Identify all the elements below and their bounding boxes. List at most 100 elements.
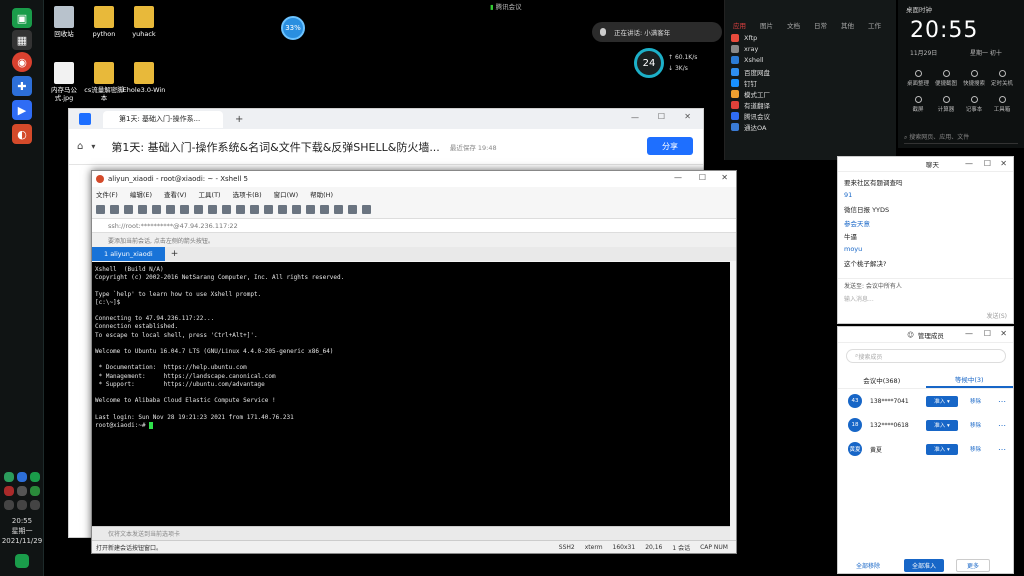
tray-icon[interactable]	[30, 486, 40, 496]
meeting-indicator[interactable]: ▮ 腾讯会议	[490, 1, 522, 11]
drawer-app-item[interactable]: 钉钉	[731, 78, 757, 88]
send-to-selector[interactable]: 发送至: 会议中所有人	[844, 281, 902, 290]
more-options-icon[interactable]: ⋯	[998, 421, 1006, 430]
drawer-tab[interactable]: 图片	[760, 20, 773, 30]
shortcut-item[interactable]: 工具箱	[988, 96, 1016, 113]
fullscreen-icon[interactable]	[292, 205, 301, 214]
tab-waiting[interactable]: 等候中(3)	[925, 371, 1013, 388]
disconnect-icon[interactable]	[138, 205, 147, 214]
taskbar-clock[interactable]: 20:55 星期一 2021/11/29	[0, 516, 44, 546]
globe-icon[interactable]	[236, 205, 245, 214]
drawer-app-item[interactable]: Xftp	[731, 34, 757, 42]
drawer-app-item[interactable]: 模式工厂	[731, 89, 770, 99]
close-button[interactable]: ✕	[1000, 159, 1007, 168]
drawer-tab[interactable]: 日常	[814, 20, 827, 30]
send-button[interactable]: 发送(S)	[987, 311, 1008, 320]
find-icon[interactable]	[194, 205, 203, 214]
address-bar[interactable]: ssh://root:**********@47.94.236.117:22	[92, 219, 736, 233]
browser-tab[interactable]: 第1天: 基础入门-操作系...	[103, 110, 223, 128]
tray-icon[interactable]	[4, 472, 14, 482]
remove-button[interactable]: 移除	[970, 445, 981, 453]
maximize-button[interactable]: ☐	[699, 173, 706, 182]
menu-edit[interactable]: 编辑(E)	[130, 189, 152, 199]
drawer-app-item[interactable]: 通达OA	[731, 122, 766, 132]
chat-input[interactable]: 输入消息...	[844, 294, 874, 303]
admit-button[interactable]: 准入 ▾	[926, 395, 958, 407]
drawer-app-item[interactable]: 腾讯会议	[731, 111, 770, 121]
paste-icon[interactable]	[180, 205, 189, 214]
print-icon[interactable]	[208, 205, 217, 214]
shortcut-item[interactable]: 截屏	[904, 96, 932, 113]
more-options-icon[interactable]: ⋯	[998, 397, 1006, 406]
search-field[interactable]: ⌕ 搜索网页、应用、文件	[904, 132, 1018, 144]
share-button[interactable]: 分享	[647, 137, 693, 155]
open-icon[interactable]	[110, 205, 119, 214]
new-session-icon[interactable]	[96, 205, 105, 214]
drawer-tab[interactable]: 文档	[787, 20, 800, 30]
menu-tools[interactable]: 工具(T)	[199, 189, 221, 199]
shortcut-item[interactable]: 桌面整理	[904, 70, 932, 87]
chevron-down-icon[interactable]: ▾	[91, 142, 95, 151]
compose-bar[interactable]: 仅将文本发送到当前选项卡	[92, 526, 730, 540]
desktop-icon-ehole[interactable]: Ehole3.0-Win	[122, 62, 166, 94]
shortcut-item[interactable]: 计算器	[932, 96, 960, 113]
add-tab-button[interactable]: +	[171, 249, 179, 259]
keyboard-icon[interactable]	[320, 205, 329, 214]
minimize-button[interactable]: —	[674, 173, 682, 182]
admit-all-button[interactable]: 全部准入	[904, 559, 944, 572]
tray-icon[interactable]	[17, 472, 27, 482]
start-icon[interactable]: ▣	[12, 8, 32, 28]
more-options-icon[interactable]: ⋯	[998, 445, 1006, 454]
shortcut-item[interactable]: 快捷搜索	[960, 70, 988, 87]
reconnect-icon[interactable]	[152, 205, 161, 214]
close-button[interactable]: ✕	[684, 112, 691, 121]
desktop-icon-recycle-bin[interactable]: 回收站	[42, 6, 86, 38]
xftp-icon[interactable]	[264, 205, 273, 214]
maximize-button[interactable]: ☐	[658, 112, 665, 121]
app-icon[interactable]: ✚	[12, 76, 32, 96]
remove-button[interactable]: 移除	[970, 421, 981, 429]
desktop-icon-cs[interactable]: cs流量解密脚本	[82, 62, 126, 102]
perf-gauge[interactable]: 24	[634, 48, 664, 78]
shortcut-item[interactable]: 定时关机	[988, 70, 1016, 87]
floating-ball[interactable]: 33%	[281, 16, 305, 40]
drawer-app-item[interactable]: 百度网盘	[731, 67, 770, 77]
font-icon[interactable]	[250, 205, 259, 214]
close-button[interactable]: ✕	[721, 173, 728, 182]
remove-all-button[interactable]: 全部移除	[848, 559, 888, 572]
drawer-app-item[interactable]: 有道翻译	[731, 100, 770, 110]
home-icon[interactable]: ⌂	[77, 141, 83, 152]
chat-icon[interactable]	[362, 205, 371, 214]
tab-in-meeting[interactable]: 会议中(368)	[838, 371, 926, 388]
volume-icon[interactable]	[30, 500, 40, 510]
maximize-button[interactable]: ☐	[984, 329, 991, 338]
shortcut-item[interactable]: 记事本	[960, 96, 988, 113]
copy-icon[interactable]	[166, 205, 175, 214]
menu-window[interactable]: 窗口(W)	[274, 189, 299, 199]
wifi-icon[interactable]	[4, 500, 14, 510]
drawer-app-item[interactable]: Xshell	[731, 56, 764, 64]
shortcut-item[interactable]: 便捷截图	[932, 70, 960, 87]
lock-icon[interactable]	[306, 205, 315, 214]
menu-file[interactable]: 文件(F)	[96, 189, 118, 199]
notification-icon[interactable]	[15, 554, 29, 568]
help-icon[interactable]	[348, 205, 357, 214]
new-tab-button[interactable]: +	[235, 114, 243, 125]
tunnel-icon[interactable]	[278, 205, 287, 214]
session-tab[interactable]: 1 aliyun_xiaodi	[92, 247, 165, 261]
admit-button[interactable]: 准入 ▾	[926, 419, 958, 431]
xshell-taskbar-icon[interactable]: ◐	[12, 124, 32, 144]
chrome-icon[interactable]: ◉	[12, 52, 32, 72]
color-icon[interactable]	[222, 205, 231, 214]
close-button[interactable]: ✕	[1000, 329, 1007, 338]
minimize-button[interactable]: —	[631, 113, 639, 122]
drawer-tab[interactable]: 工作	[868, 20, 881, 30]
minimize-button[interactable]: —	[965, 159, 973, 168]
desktop-icon-image[interactable]: 内存马公式.jpg	[42, 62, 86, 102]
minimize-button[interactable]: —	[965, 329, 973, 338]
task-view-icon[interactable]: ▦	[12, 30, 32, 50]
drawer-app-item[interactable]: xray	[731, 45, 758, 53]
tray-icon[interactable]	[30, 472, 40, 482]
tray-icon[interactable]	[4, 486, 14, 496]
tray-icon[interactable]	[17, 486, 27, 496]
